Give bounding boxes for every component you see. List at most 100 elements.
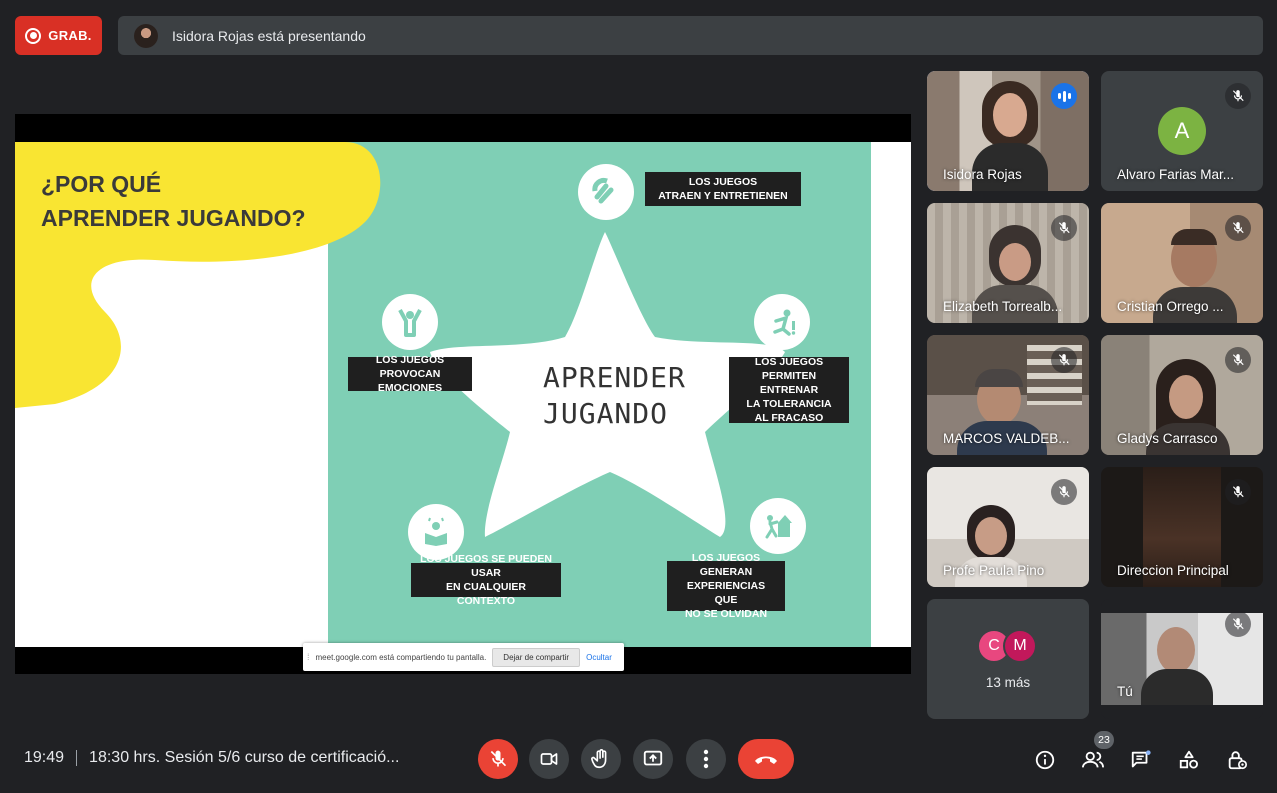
hand-icon	[591, 749, 607, 769]
mic-off-icon	[1051, 215, 1077, 241]
cheering-person-icon	[382, 294, 438, 350]
recording-badge[interactable]: GRAB.	[15, 16, 102, 55]
participant-hair	[1171, 229, 1217, 245]
screen-share-notice: ⁞ meet.google.com está compartiendo tu p…	[303, 643, 624, 671]
magnet-icon	[578, 164, 634, 220]
mic-off-icon	[1225, 611, 1251, 637]
item-context-line-2: EN CUALQUIER CONTEXTO	[446, 581, 526, 607]
item-experiences-line-2: EXPERIENCIAS QUE	[686, 580, 766, 606]
falling-person-icon	[754, 294, 810, 350]
participant-tile-direccion[interactable]: Direccion Principal	[1101, 467, 1263, 587]
mic-off-icon	[1225, 215, 1251, 241]
slide-title-line-1: ¿POR QUÉ	[41, 171, 162, 197]
activities-icon	[1179, 750, 1198, 769]
participant-face	[1169, 375, 1203, 419]
participant-tile-alvaro[interactable]: A Alvaro Farias Mar...	[1101, 71, 1263, 191]
item-experiences-line-3: NO SE OLVIDAN	[684, 608, 768, 620]
slide-title-line-2: APRENDER JUGANDO?	[41, 205, 306, 231]
star-center-text: APRENDER JUGANDO	[543, 360, 686, 432]
host-controls-button[interactable]	[1223, 746, 1251, 774]
camera-toggle-button[interactable]	[529, 739, 569, 779]
stacking-blocks-icon	[750, 498, 806, 554]
chat-button[interactable]	[1127, 746, 1155, 774]
item-emotions: LOS JUEGOS PROVOCAN EMOCIONES	[348, 354, 472, 394]
participant-hair	[975, 369, 1023, 387]
recording-label: GRAB.	[48, 28, 92, 43]
mic-off-icon	[1051, 347, 1077, 373]
chat-icon	[1131, 750, 1151, 768]
participant-name: Isidora Rojas	[943, 167, 1022, 182]
more-options-button[interactable]	[686, 739, 726, 779]
participant-name: Alvaro Farias Mar...	[1117, 167, 1235, 182]
mic-toggle-button[interactable]	[478, 739, 518, 779]
meeting-details[interactable]: 19:49 18:30 hrs. Sesión 5/6 curso de cer…	[24, 749, 399, 767]
presenting-banner: Isidora Rojas está presentando	[118, 16, 1263, 55]
camera-icon	[540, 753, 558, 765]
participant-face	[975, 517, 1007, 555]
participant-body	[1141, 669, 1213, 705]
item-experiences-line-1: LOS JUEGOS GENERAN	[691, 552, 761, 578]
participant-name: Profe Paula Pino	[943, 563, 1045, 578]
more-participants-label: 13 más	[985, 675, 1031, 690]
item-tolerance: LOS JUEGOS PERMITEN ENTRENAR LA TOLERANC…	[729, 356, 849, 424]
avatar: M	[1003, 629, 1037, 663]
raise-hand-button[interactable]	[581, 739, 621, 779]
leave-call-button[interactable]	[738, 739, 794, 779]
meeting-info-button[interactable]	[1031, 746, 1059, 774]
record-icon	[25, 27, 42, 44]
participant-tile-gladys[interactable]: Gladys Carrasco	[1101, 335, 1263, 455]
divider	[76, 750, 78, 766]
info-icon	[1035, 750, 1055, 770]
activities-button[interactable]	[1175, 746, 1203, 774]
presentation-slide: ¿POR QUÉ APRENDER JUGANDO? APRENDER JUGA…	[15, 142, 911, 647]
more-participants-tile[interactable]: C M 13 más	[927, 599, 1089, 719]
item-emotions-line-1: LOS JUEGOS	[375, 354, 445, 366]
participant-tile-cristian[interactable]: Cristian Orrego ...	[1101, 203, 1263, 323]
item-tolerance-line-2: PERMITEN ENTRENAR	[759, 370, 819, 396]
item-context: LOS JUEGOS SE PUEDEN USAR EN CUALQUIER C…	[411, 553, 561, 607]
stop-sharing-button[interactable]: Dejar de compartir	[492, 647, 581, 667]
people-icon	[1082, 751, 1104, 768]
present-icon	[643, 750, 663, 766]
drag-handle-icon[interactable]: ⁞	[307, 652, 310, 662]
self-view-tile[interactable]: Tú	[1101, 599, 1263, 719]
item-attract: LOS JUEGOS ATRAEN Y ENTRETIENEN	[645, 172, 801, 206]
participant-name: Direccion Principal	[1117, 563, 1229, 578]
mic-off-icon	[1225, 479, 1251, 505]
item-tolerance-line-4: AL FRACASO	[754, 412, 824, 424]
participant-tile-isidora[interactable]: Isidora Rojas	[927, 71, 1089, 191]
item-tolerance-line-1: LOS JUEGOS	[754, 356, 824, 368]
clock: 19:49	[24, 749, 65, 766]
shared-screen: ¿POR QUÉ APRENDER JUGANDO? APRENDER JUGA…	[15, 114, 911, 674]
participant-tile-elizabeth[interactable]: Elizabeth Torrealb...	[927, 203, 1089, 323]
slide-title: ¿POR QUÉ APRENDER JUGANDO?	[41, 167, 306, 235]
mic-off-icon	[1225, 83, 1251, 109]
star-text-line-1: APRENDER	[543, 361, 686, 394]
speaking-indicator-icon	[1051, 83, 1077, 109]
participant-name: Tú	[1117, 684, 1133, 699]
star-text-line-2: JUGANDO	[543, 397, 669, 430]
participant-name: Cristian Orrego ...	[1117, 299, 1224, 314]
item-attract-line-1: LOS JUEGOS	[688, 176, 758, 188]
people-button[interactable]	[1079, 746, 1107, 774]
end-call-icon	[755, 756, 777, 764]
presenter-avatar	[134, 23, 158, 48]
mic-off-icon	[1225, 347, 1251, 373]
participant-tile-marcos[interactable]: MARCOS VALDEB...	[927, 335, 1089, 455]
item-tolerance-line-3: LA TOLERANCIA	[746, 398, 832, 410]
participant-tile-paula[interactable]: Profe Paula Pino	[927, 467, 1089, 587]
mic-off-icon	[490, 750, 507, 767]
item-attract-line-2: ATRAEN Y ENTRETIENEN	[658, 190, 788, 202]
participant-name: MARCOS VALDEB...	[943, 431, 1070, 446]
avatar: A	[1158, 107, 1206, 155]
participant-name: Elizabeth Torrealb...	[943, 299, 1063, 314]
hide-notice-button[interactable]: Ocultar	[586, 653, 612, 662]
presenting-text: Isidora Rojas está presentando	[172, 27, 366, 44]
participant-face	[1157, 627, 1195, 673]
more-vert-icon	[703, 749, 709, 769]
meeting-title: 18:30 hrs. Sesión 5/6 curso de certifica…	[89, 749, 400, 766]
mic-off-icon	[1051, 479, 1077, 505]
people-count-badge: 23	[1094, 731, 1114, 749]
participant-name: Gladys Carrasco	[1117, 431, 1218, 446]
present-now-button[interactable]	[633, 739, 673, 779]
